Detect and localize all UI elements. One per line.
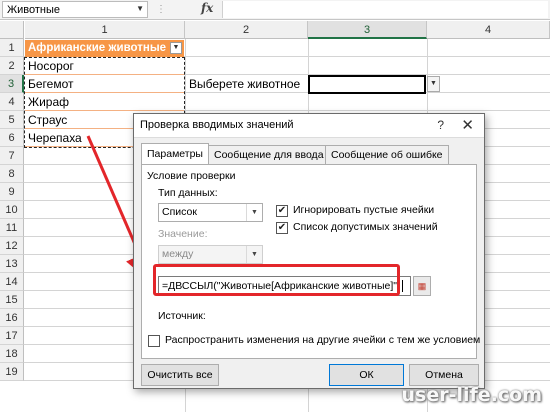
chevron-down-icon: ▼: [246, 246, 262, 263]
data-type-select[interactable]: Список ▼: [158, 203, 263, 222]
watermark: user-life.com: [401, 384, 543, 406]
close-icon[interactable]: ✕: [461, 116, 474, 134]
value-value: между: [162, 248, 194, 260]
data-validation-dialog: Проверка вводимых значений ? ✕ Параметры…: [133, 113, 485, 389]
apply-all-checkbox[interactable]: [148, 335, 160, 347]
tab-parameters[interactable]: Параметры: [141, 143, 209, 165]
dialog-title: Проверка вводимых значений: [140, 119, 294, 131]
data-type-value: Список: [162, 206, 197, 218]
chevron-down-icon: ▼: [246, 204, 262, 221]
tab-input-message[interactable]: Сообщение для ввода: [208, 145, 330, 164]
text-caret: [401, 280, 403, 293]
ignore-blank-checkbox[interactable]: ✔: [276, 205, 288, 217]
range-select-icon[interactable]: ▦: [413, 276, 431, 296]
highlight-box: [153, 264, 400, 296]
ignore-blank-label: Игнорировать пустые ячейки: [293, 204, 435, 216]
dialog-titlebar: Проверка вводимых значений ? ✕: [134, 114, 484, 138]
apply-all-label: Распространить изменения на другие ячейк…: [165, 334, 481, 346]
parameters-panel: Условие проверки Тип данных: Список ▼ ✔ …: [141, 164, 477, 359]
dropdown-list-label: Список допустимых значений: [293, 221, 438, 233]
value-select: между ▼: [158, 245, 263, 264]
source-label: Источник:: [158, 310, 206, 322]
clear-all-button[interactable]: Очистить все: [141, 364, 219, 386]
help-icon[interactable]: ?: [437, 118, 444, 132]
value-label: Значение:: [158, 228, 208, 240]
section-title: Условие проверки: [147, 170, 236, 182]
ok-button[interactable]: ОК: [329, 364, 404, 386]
tab-error-message[interactable]: Сообщение об ошибке: [325, 145, 449, 164]
data-type-label: Тип данных:: [158, 187, 218, 199]
cancel-button[interactable]: Отмена: [409, 364, 479, 386]
dropdown-list-checkbox[interactable]: ✔: [276, 222, 288, 234]
